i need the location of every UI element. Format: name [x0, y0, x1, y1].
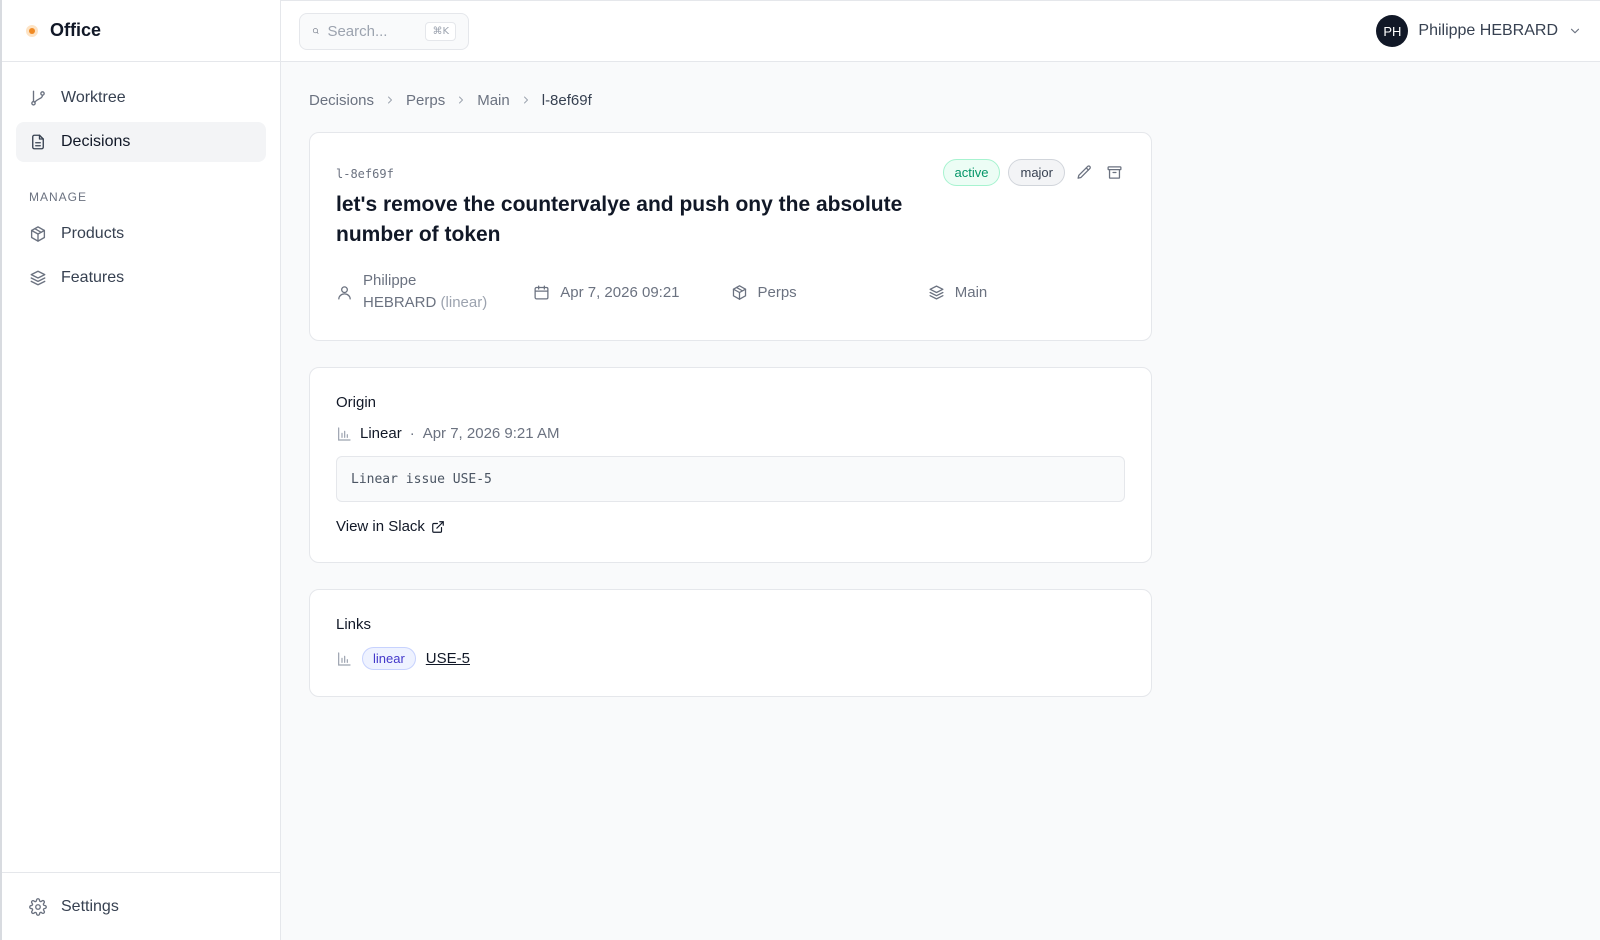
sidebar-item-label: Settings [61, 897, 119, 915]
origin-row: Linear · Apr 7, 2026 9:21 AM [336, 425, 1125, 442]
package-icon [30, 226, 46, 242]
sidebar-item-settings[interactable]: Settings [16, 887, 266, 927]
calendar-icon [534, 284, 549, 300]
origin-card: Origin Linear · Apr 7, 2026 9:21 AM Line… [309, 367, 1152, 563]
avatar: PH [1376, 15, 1409, 47]
chevron-right-icon [388, 96, 393, 104]
pencil-icon [1076, 165, 1091, 179]
view-in-slack-link[interactable]: View in Slack [336, 518, 445, 535]
sidebar-item-decisions[interactable]: Decisions [16, 122, 266, 162]
author-source: (linear) [440, 294, 488, 311]
meta-date: Apr 7, 2026 09:21 [533, 270, 730, 314]
archive-button[interactable] [1103, 162, 1125, 184]
author-last-name: HEBRARD [363, 294, 437, 311]
external-link-icon [432, 520, 444, 533]
sidebar-section-label: MANAGE [29, 190, 88, 204]
sidebar: Office Worktree Decisions MANAGE Product… [0, 0, 281, 940]
document-icon [32, 134, 44, 150]
decision-date: Apr 7, 2026 09:21 [560, 283, 680, 301]
sidebar-nav: Worktree Decisions MANAGE Products Featu… [2, 62, 280, 872]
search-box[interactable]: ⌘K [299, 12, 469, 50]
archive-icon [1106, 166, 1122, 179]
gear-icon [29, 897, 47, 916]
breadcrumb-feature[interactable]: Main [477, 92, 510, 109]
user-icon [338, 285, 351, 300]
meta-author: Philippe HEBRARD (linear) [336, 270, 533, 314]
git-branch-icon [31, 90, 45, 106]
chevron-right-icon [523, 96, 528, 104]
brand[interactable]: Office [2, 0, 280, 62]
brand-logo-icon [26, 24, 38, 37]
bar-chart-icon [338, 651, 351, 666]
search-icon [312, 28, 319, 34]
origin-content: Linear issue USE-5 [336, 456, 1125, 502]
links-title: Links [336, 616, 372, 633]
decision-title: let's remove the countervalye and push o… [336, 193, 903, 246]
decision-feature[interactable]: Main [955, 284, 988, 301]
decision-badges: active major [942, 159, 1125, 186]
sidebar-item-label: Decisions [61, 133, 131, 150]
user-name: Philippe HEBRARD [1418, 22, 1558, 39]
layers-icon [30, 270, 46, 286]
breadcrumb-product[interactable]: Perps [406, 92, 445, 109]
chevron-down-icon [1570, 28, 1580, 34]
sidebar-item-products[interactable]: Products [16, 214, 266, 254]
origin-timestamp: Apr 7, 2026 9:21 AM [422, 425, 560, 442]
search-shortcut: ⌘K [425, 21, 456, 41]
breadcrumb: Decisions Perps Main l-8ef69f [309, 90, 1600, 110]
view-link-label: View in Slack [336, 518, 425, 535]
sidebar-item-label: Products [61, 225, 125, 242]
decision-card: l-8ef69f active major let's remove the c… [309, 132, 1152, 341]
links-card: Links linear USE-5 [309, 589, 1152, 697]
origin-source: Linear [360, 425, 402, 442]
breadcrumb-current: l-8ef69f [541, 91, 592, 109]
link-item: linear USE-5 [336, 647, 1125, 670]
decision-id: l-8ef69f [336, 167, 394, 181]
link-type-badge: linear [362, 647, 416, 670]
package-icon [732, 284, 746, 300]
status-badge: active [942, 159, 1001, 186]
search-input[interactable] [327, 22, 418, 40]
edit-button[interactable] [1073, 162, 1095, 184]
sidebar-item-worktree[interactable]: Worktree [16, 78, 266, 118]
main-area: ⌘K PH Philippe HEBRARD Decisions Perps M… [281, 0, 1600, 940]
origin-separator: · [409, 425, 415, 442]
origin-title: Origin [336, 394, 377, 411]
sidebar-footer: Settings [2, 872, 280, 940]
severity-badge: major [1008, 159, 1065, 186]
sidebar-item-label: Features [61, 269, 125, 286]
decision-meta: Philippe HEBRARD (linear) Apr 7, 2026 09… [336, 270, 1125, 314]
topbar: ⌘K PH Philippe HEBRARD [281, 0, 1600, 62]
link-ref[interactable]: USE-5 [426, 650, 470, 667]
layers-icon [929, 284, 944, 300]
decision-product[interactable]: Perps [758, 284, 797, 301]
meta-feature: Main [928, 270, 1125, 314]
chevron-right-icon [459, 96, 464, 104]
meta-product: Perps [731, 270, 928, 314]
page-content: Decisions Perps Main l-8ef69f l-8ef69f a… [281, 62, 1600, 723]
brand-name: Office [50, 20, 102, 40]
sidebar-item-label: Worktree [61, 89, 126, 106]
author-first-name: Philippe [363, 272, 417, 289]
sidebar-item-features[interactable]: Features [16, 258, 266, 298]
bar-chart-icon [338, 426, 351, 441]
user-menu[interactable]: PH Philippe HEBRARD [1376, 15, 1582, 47]
breadcrumb-decisions[interactable]: Decisions [309, 92, 374, 109]
